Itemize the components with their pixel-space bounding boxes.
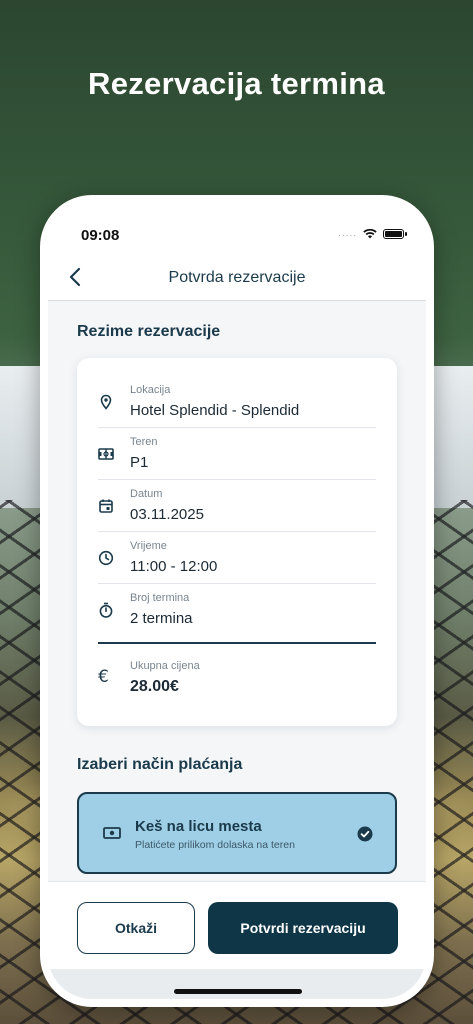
- euro-icon: €: [98, 667, 109, 687]
- status-icons: .....: [338, 228, 407, 239]
- row-value: 2 termina: [130, 610, 193, 627]
- signal-icon: .....: [338, 228, 357, 239]
- goal-post-right: [433, 366, 473, 508]
- payment-option-subtitle: Platićete prilikom dolaska na teren: [135, 839, 295, 851]
- row-value: P1: [130, 454, 149, 471]
- row-label: Vrijeme: [130, 540, 167, 552]
- nav-title: Potvrda rezervacije: [168, 269, 306, 286]
- summary-row-field: Teren P1: [98, 428, 376, 480]
- summary-section-title: Rezime rezervacije: [77, 323, 221, 340]
- content-scroll[interactable]: Rezime rezervacije Lokacija Hotel Splend…: [48, 301, 426, 881]
- confirm-reservation-button[interactable]: Potvrdi rezervaciju: [208, 902, 398, 954]
- summary-row-location: Lokacija Hotel Splendid - Splendid: [98, 376, 376, 428]
- payment-option-title: Keš na licu mesta: [135, 818, 262, 835]
- location-pin-icon: [100, 394, 112, 410]
- summary-row-total: € Ukupna cijena 28.00€: [98, 652, 376, 704]
- summary-row-time: Vrijeme 11:00 - 12:00: [98, 532, 376, 584]
- row-label: Lokacija: [130, 384, 171, 396]
- payment-option-cash[interactable]: Keš na licu mesta Platićete prilikom dol…: [77, 792, 397, 874]
- field-icon: [98, 448, 114, 460]
- row-label: Datum: [130, 488, 163, 500]
- stopwatch-icon: [99, 602, 113, 618]
- summary-row-slots: Broj termina 2 termina: [98, 584, 376, 636]
- phone-frame: 09:08 ..... Potvrda rezervacije Rezime r…: [40, 195, 434, 1007]
- summary-card: Lokacija Hotel Splendid - Splendid Teren…: [77, 358, 397, 726]
- row-value: Hotel Splendid - Splendid: [130, 402, 300, 419]
- bottom-action-bar: Otkaži Potvrdi rezervaciju: [48, 881, 426, 969]
- nav-bar: Potvrda rezervacije: [48, 255, 426, 301]
- battery-icon: [383, 228, 407, 239]
- payment-section-title: Izaberi način plaćanja: [77, 756, 243, 773]
- home-indicator[interactable]: [174, 989, 302, 994]
- wifi-icon: [363, 228, 377, 238]
- goal-post-left: [0, 366, 44, 508]
- check-circle-icon: [357, 826, 373, 842]
- row-label: Broj termina: [130, 592, 190, 604]
- summary-row-date: Datum 03.11.2025: [98, 480, 376, 532]
- row-value: 03.11.2025: [130, 506, 204, 523]
- clock-icon: [98, 550, 114, 566]
- row-value: 11:00 - 12:00: [130, 558, 218, 575]
- status-time: 09:08: [81, 227, 120, 244]
- total-label: Ukupna cijena: [130, 660, 200, 672]
- total-value: 28.00€: [130, 678, 179, 695]
- summary-divider: [98, 642, 376, 644]
- status-bar: 09:08 .....: [48, 203, 426, 255]
- home-indicator-area: [48, 969, 426, 999]
- cash-icon: [103, 827, 121, 839]
- row-label: Teren: [130, 436, 158, 448]
- cancel-button[interactable]: Otkaži: [77, 902, 195, 954]
- promo-headline: Rezervacija termina: [88, 66, 385, 101]
- calendar-icon: [99, 499, 113, 513]
